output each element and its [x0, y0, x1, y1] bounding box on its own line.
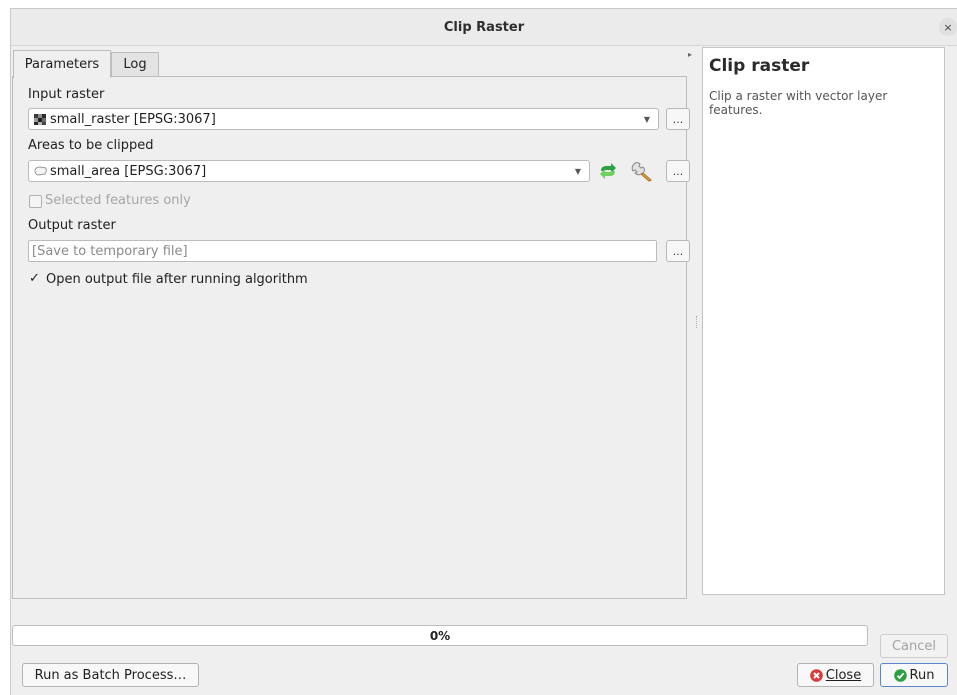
close-label: Close	[825, 667, 862, 683]
areas-combobox[interactable]: small_area [EPSG:3067] ▼	[28, 160, 590, 182]
close-button[interactable]: Close	[797, 663, 874, 687]
window-title: Clip Raster	[443, 19, 525, 35]
wrench-icon[interactable]	[630, 160, 654, 186]
cancel-label: Cancel	[891, 638, 937, 654]
splitter-handle[interactable]	[696, 316, 699, 328]
raster-layer-icon	[34, 112, 47, 127]
iterate-icon[interactable]	[598, 162, 618, 184]
input-raster-value: small_raster [EPSG:3067]	[50, 111, 216, 127]
input-raster-browse-button[interactable]: ...	[666, 108, 690, 130]
batch-process-button[interactable]: Run as Batch Process…	[22, 663, 199, 687]
dropdown-arrow-icon: ▼	[574, 167, 581, 176]
open-output-label: Open output file after running algorithm	[46, 272, 308, 287]
input-raster-combobox[interactable]: small_raster [EPSG:3067] ▼	[28, 108, 659, 130]
help-panel: Clip raster Clip a raster with vector la…	[702, 47, 945, 595]
progress-bar: 0%	[12, 625, 868, 646]
areas-browse-button[interactable]: ...	[666, 160, 690, 182]
areas-value: small_area [EPSG:3067]	[50, 163, 207, 179]
dropdown-arrow-icon: ▼	[643, 115, 650, 124]
selected-features-label: Selected features only	[45, 193, 191, 208]
areas-label: Areas to be clipped	[28, 138, 154, 153]
tab-parameters[interactable]: Parameters	[13, 50, 111, 78]
output-raster-label: Output raster	[28, 218, 116, 233]
output-raster-input[interactable]: [Save to temporary file]	[28, 240, 657, 262]
tab-log-label: Log	[123, 57, 147, 72]
title-bar: Clip Raster	[11, 9, 957, 46]
help-title: Clip raster	[709, 56, 810, 76]
collapse-arrow-icon[interactable]: ▸	[688, 50, 692, 59]
input-raster-label: Input raster	[28, 87, 105, 102]
output-raster-browse-button[interactable]: ...	[666, 240, 690, 262]
parameters-panel	[12, 76, 687, 599]
selected-features-checkbox	[29, 195, 42, 208]
open-output-checkbox[interactable]: ✓	[28, 271, 41, 286]
polygon-layer-icon	[34, 164, 48, 179]
run-icon	[893, 668, 907, 683]
progress-text: 0%	[429, 628, 451, 643]
tab-log[interactable]: Log	[111, 52, 159, 76]
close-icon[interactable]: ×	[939, 18, 957, 36]
batch-process-label: Run as Batch Process…	[34, 667, 187, 683]
tab-parameters-label: Parameters	[24, 57, 100, 72]
run-button[interactable]: Run	[880, 663, 948, 687]
run-label: Run	[909, 667, 935, 683]
cancel-button: Cancel	[880, 634, 948, 658]
help-body: Clip a raster with vector layer features…	[709, 89, 888, 117]
close-icon	[809, 668, 823, 683]
